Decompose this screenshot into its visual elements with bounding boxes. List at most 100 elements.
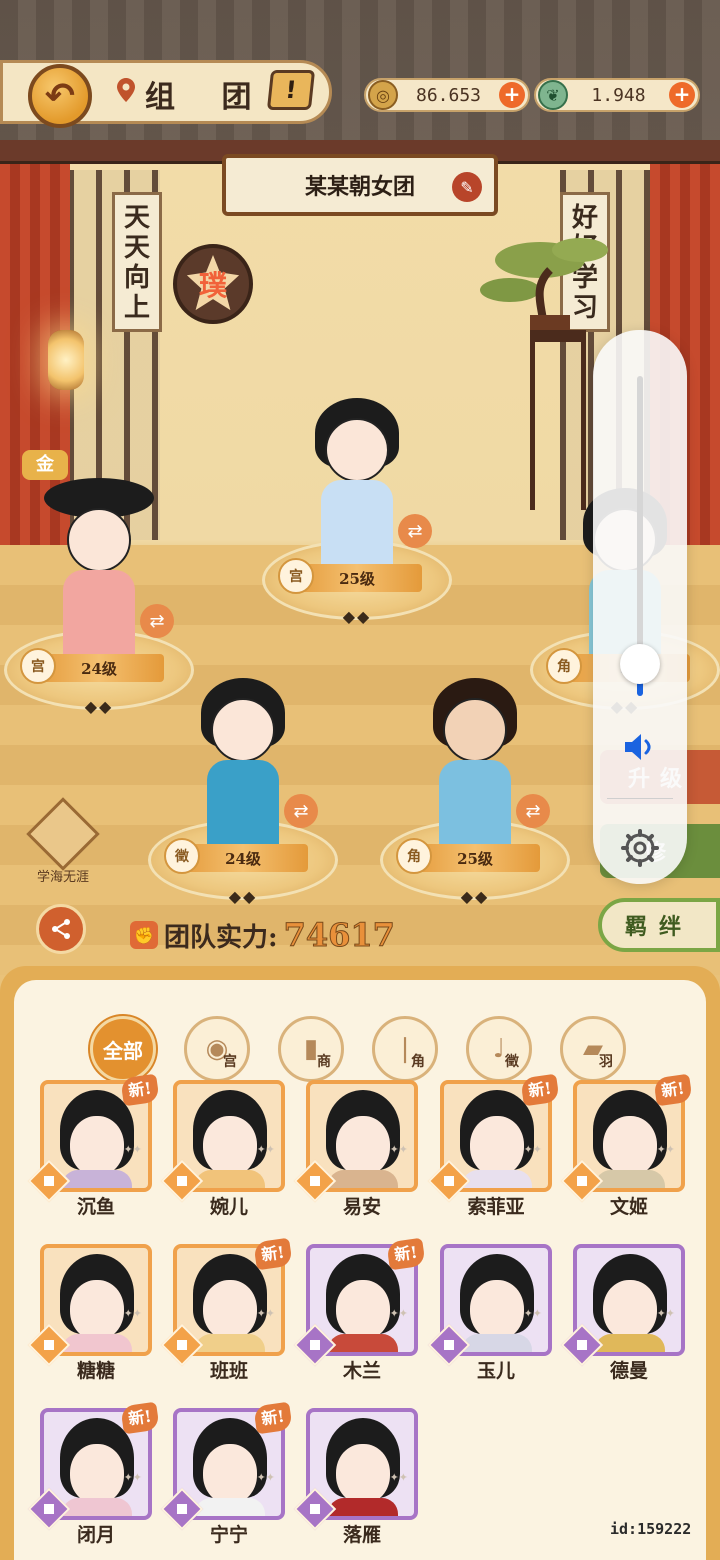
- character-face: [325, 418, 389, 482]
- filter-all[interactable]: 全部: [90, 1016, 156, 1082]
- roster-card[interactable]: ✦✦ 易安: [293, 1080, 418, 1220]
- filter-jue[interactable]: ❘ 角: [372, 1016, 438, 1082]
- character-name: 婉儿: [209, 1196, 248, 1218]
- class-icon: 徵: [164, 838, 200, 874]
- roster-card[interactable]: ✦✦ 新! 沉鱼: [27, 1073, 160, 1220]
- character-figure: [44, 478, 154, 678]
- portrait-face: [70, 1280, 124, 1340]
- portrait-face: [470, 1116, 524, 1176]
- share-icon: [52, 919, 70, 939]
- portrait-robe: [328, 1334, 398, 1352]
- brush-edit-icon[interactable]: ✎: [452, 172, 482, 202]
- coin-counter: ◎ 86.653 +: [364, 78, 530, 112]
- bond-button[interactable]: 羁绊: [598, 898, 720, 952]
- roster-card[interactable]: ✦✦ 新! 班班: [160, 1237, 293, 1384]
- scroll-left: 天天向上: [112, 192, 162, 332]
- mini-stars: ✦✦: [389, 1143, 408, 1156]
- level-banner: 徵 24级: [164, 838, 308, 874]
- class-icon: 宫: [20, 648, 56, 684]
- bonsai-icon: [480, 238, 608, 340]
- portrait-face: [336, 1280, 390, 1340]
- mini-stars: ✦✦: [656, 1143, 675, 1156]
- portrait-face: [70, 1444, 124, 1504]
- roster-card[interactable]: ✦✦ 落雁: [293, 1408, 418, 1548]
- page-title: 组 团: [145, 80, 270, 115]
- mini-stars: ✦✦: [256, 1471, 275, 1484]
- swap-icon[interactable]: ⇄: [516, 794, 550, 828]
- team-name-plate: 某某朝女团 ✎: [222, 154, 498, 216]
- mini-stars: ✦✦: [123, 1307, 142, 1320]
- swap-icon[interactable]: ⇄: [284, 794, 318, 828]
- share-button[interactable]: [36, 904, 86, 954]
- filter-zhi[interactable]: ♩ 徵: [466, 1016, 532, 1082]
- roster-card[interactable]: ✦✦ 新! 闭月: [27, 1401, 160, 1548]
- character-figure: [193, 668, 293, 868]
- portrait-robe: [328, 1498, 398, 1516]
- speaker-icon[interactable]: [623, 732, 657, 762]
- star-rating: ◆◆: [460, 887, 490, 906]
- volume-divider: [607, 798, 673, 799]
- team-power-value: 74617: [283, 916, 395, 955]
- stage-slot-3[interactable]: ⇄ 徵 24级 ◆◆: [148, 640, 338, 920]
- jade-icon: ❦: [538, 80, 568, 110]
- character-name: 落雁: [342, 1524, 381, 1546]
- character-name: 易安: [342, 1196, 381, 1218]
- roster-card[interactable]: ✦✦ 新! 宁宁: [160, 1401, 293, 1548]
- back-button[interactable]: ↶: [28, 64, 92, 128]
- character-face: [67, 508, 131, 572]
- stage-slot-1[interactable]: ⇄ 宫 25级 ◆◆: [262, 360, 452, 640]
- roster-card[interactable]: ✦✦ 德曼: [560, 1244, 685, 1384]
- team-power: ✊ 团队实力: 74617: [130, 916, 395, 955]
- portrait-robe: [195, 1170, 265, 1188]
- team-emblem[interactable]: 璞: [173, 244, 253, 324]
- portrait-face: [603, 1116, 657, 1176]
- character-name: 德曼: [609, 1360, 648, 1382]
- study-badge[interactable]: 学海无涯: [26, 797, 100, 888]
- portrait-face: [336, 1444, 390, 1504]
- info-button[interactable]: !: [266, 70, 316, 110]
- filter-yu[interactable]: ▰ 羽: [560, 1016, 626, 1082]
- roster-card[interactable]: ✦✦ 新! 文姬: [560, 1073, 693, 1220]
- roster-card[interactable]: ✦✦ 婉儿: [160, 1080, 285, 1220]
- back-arrow-icon: ↶: [44, 75, 76, 117]
- level-banner: 宫 25级: [278, 558, 422, 594]
- volume-thumb[interactable]: [620, 644, 660, 684]
- roster-card[interactable]: ✦✦ 新! 木兰: [293, 1237, 426, 1384]
- character-name: 班班: [209, 1360, 248, 1382]
- roster-card[interactable]: ✦✦ 玉儿: [427, 1244, 552, 1384]
- filter-shang[interactable]: ▮ 商: [278, 1016, 344, 1082]
- swap-icon[interactable]: ⇄: [140, 604, 174, 638]
- star-rating: ◆◆: [342, 607, 372, 626]
- portrait-face: [203, 1280, 257, 1340]
- portrait-face: [203, 1116, 257, 1176]
- character-name: 沉鱼: [76, 1196, 115, 1218]
- portrait-robe: [195, 1334, 265, 1352]
- portrait-robe: [595, 1170, 665, 1188]
- star-rating: ◆◆: [228, 887, 258, 906]
- mini-stars: ✦✦: [123, 1143, 142, 1156]
- filter-gong[interactable]: ◉ 宫: [184, 1016, 250, 1082]
- gear-icon[interactable]: [620, 828, 660, 868]
- character-name: 糖糖: [76, 1360, 115, 1382]
- portrait-face: [203, 1444, 257, 1504]
- portrait-robe: [62, 1498, 132, 1516]
- location-pin-icon: [117, 78, 135, 102]
- portrait-robe: [62, 1170, 132, 1188]
- pipa-icon: ♩: [492, 1034, 506, 1064]
- mini-stars: ✦✦: [256, 1143, 275, 1156]
- team-power-label: 团队实力:: [164, 922, 278, 953]
- portrait-robe: [595, 1334, 665, 1352]
- roster-card[interactable]: ✦✦ 糖糖: [27, 1244, 152, 1384]
- character-figure: [307, 388, 407, 588]
- portrait-robe: [195, 1498, 265, 1516]
- roster-card[interactable]: ✦✦ 新! 索菲亚: [427, 1073, 560, 1220]
- character-name: 宁宁: [209, 1524, 248, 1546]
- class-icon: 角: [546, 648, 582, 684]
- class-icon: 角: [396, 838, 432, 874]
- add-jade-button[interactable]: +: [669, 82, 695, 108]
- mini-stars: ✦✦: [256, 1307, 275, 1320]
- swap-icon[interactable]: ⇄: [398, 514, 432, 548]
- add-coins-button[interactable]: +: [499, 82, 525, 108]
- gold-rank-badge: 金: [22, 450, 68, 480]
- jade-counter: ❦ 1.948 +: [534, 78, 700, 112]
